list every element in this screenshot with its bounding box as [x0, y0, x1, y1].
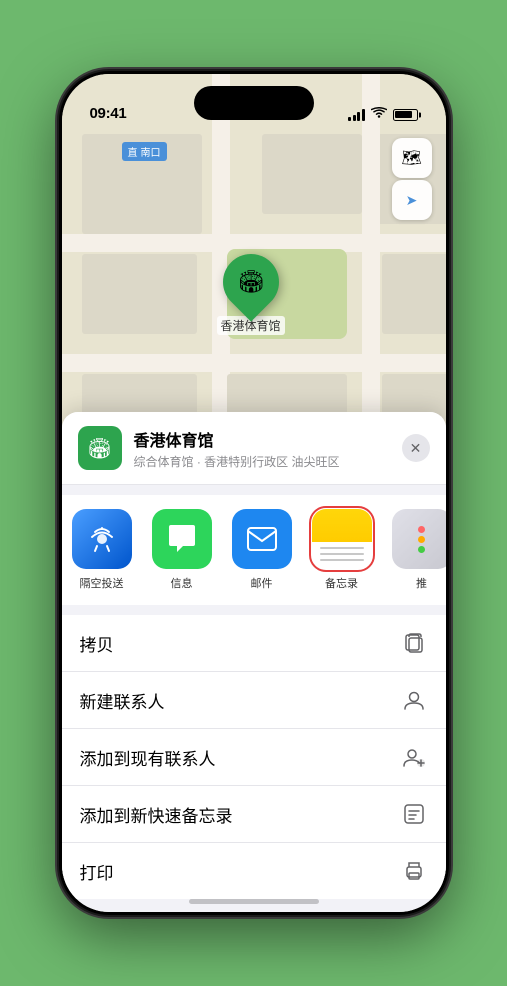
location-name: 香港体育馆: [134, 427, 390, 451]
map-north-label: 直 南口: [122, 142, 167, 161]
messages-icon: [152, 509, 212, 569]
location-venue-icon: 🏟: [78, 426, 122, 470]
status-time: 09:41: [90, 105, 127, 122]
action-new-contact[interactable]: 新建联系人: [62, 672, 446, 729]
action-print[interactable]: 打印: [62, 843, 446, 899]
airdrop-icon: [72, 509, 132, 569]
quick-notes-label: 添加到新快速备忘录: [80, 802, 233, 827]
phone-frame: 直 南口 🗺 ➤ 🏟 香港体育馆 09:41: [59, 71, 449, 915]
messages-label: 信息: [171, 575, 193, 591]
location-header: 🏟 香港体育馆 综合体育馆 · 香港特别行政区 油尖旺区 ✕: [62, 412, 446, 485]
close-button[interactable]: ✕: [402, 434, 430, 462]
signal-bars: [348, 109, 365, 121]
share-airdrop[interactable]: 隔空投送: [62, 509, 142, 591]
location-info: 香港体育馆 综合体育馆 · 香港特别行政区 油尖旺区: [134, 427, 390, 470]
bottom-sheet: 🏟 香港体育馆 综合体育馆 · 香港特别行政区 油尖旺区 ✕: [62, 412, 446, 912]
action-list: 拷贝 新建联系人: [62, 615, 446, 899]
new-contact-icon: [400, 686, 428, 714]
location-subtitle: 综合体育馆 · 香港特别行政区 油尖旺区: [134, 453, 390, 470]
map-layers-button[interactable]: 🗺: [392, 138, 432, 178]
new-contact-label: 新建联系人: [80, 688, 165, 713]
dynamic-island: [194, 86, 314, 120]
share-notes[interactable]: 备忘录: [302, 509, 382, 591]
more-icon: [392, 509, 446, 569]
copy-label: 拷贝: [80, 631, 114, 656]
mail-label: 邮件: [251, 575, 273, 591]
share-more[interactable]: 推: [382, 509, 446, 591]
print-icon: [400, 857, 428, 885]
home-indicator: [189, 899, 319, 904]
share-actions-row: 隔空投送 信息: [62, 495, 446, 605]
status-icons: [348, 107, 418, 122]
print-label: 打印: [80, 859, 114, 884]
notes-icon: [312, 509, 372, 569]
share-messages[interactable]: 信息: [142, 509, 222, 591]
share-mail[interactable]: 邮件: [222, 509, 302, 591]
map-controls: 🗺 ➤: [392, 138, 432, 220]
phone-screen: 直 南口 🗺 ➤ 🏟 香港体育馆 09:41: [62, 74, 446, 912]
airdrop-label: 隔空投送: [80, 575, 124, 591]
more-label: 推: [416, 575, 427, 591]
quick-notes-icon: [400, 800, 428, 828]
map-location-button[interactable]: ➤: [392, 180, 432, 220]
action-copy[interactable]: 拷贝: [62, 615, 446, 672]
add-existing-icon: [400, 743, 428, 771]
wifi-icon: [371, 107, 387, 122]
mail-icon: [232, 509, 292, 569]
action-quick-notes[interactable]: 添加到新快速备忘录: [62, 786, 446, 843]
marker-pin: 🏟: [211, 242, 290, 321]
stadium-marker[interactable]: 🏟 香港体育馆: [217, 254, 285, 335]
copy-icon: [400, 629, 428, 657]
add-existing-label: 添加到现有联系人: [80, 745, 216, 770]
battery-icon: [393, 109, 418, 121]
notes-label: 备忘录: [325, 575, 358, 591]
action-add-existing[interactable]: 添加到现有联系人: [62, 729, 446, 786]
